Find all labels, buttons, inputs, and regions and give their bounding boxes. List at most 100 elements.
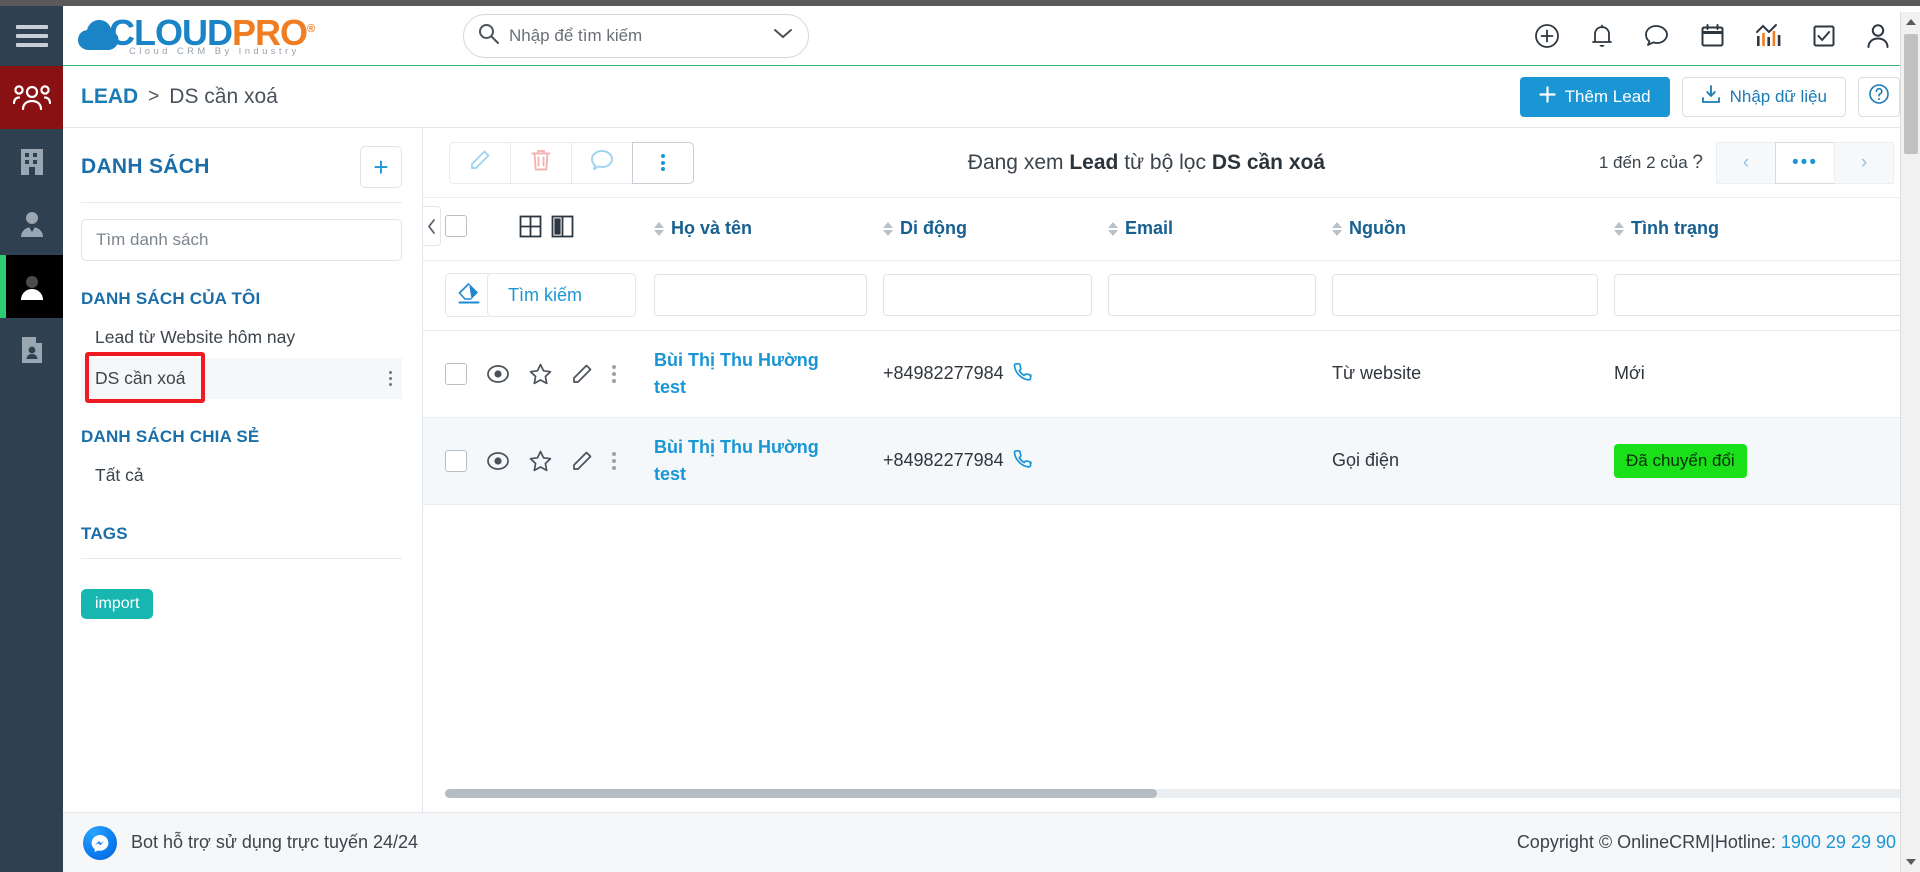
cloud-logo-icon [77,16,125,56]
column-view-icon[interactable] [551,215,574,243]
edit-pencil-icon[interactable] [571,450,593,472]
pencil-icon [468,148,492,177]
rail-item-contact[interactable] [0,192,63,255]
filter-input-name[interactable] [654,274,867,316]
my-lists-heading: DANH SÁCH CỦA TÔI [81,289,261,308]
view-title-filter: DS cần xoá [1211,150,1326,174]
phone-call-icon[interactable] [1013,362,1032,386]
shared-lists-heading: DANH SÁCH CHIA SẺ [81,427,260,446]
row-checkbox[interactable] [445,362,467,385]
scroll-down-arrow[interactable] [1901,852,1920,872]
global-search[interactable] [463,13,809,58]
column-header-name[interactable]: Họ và tên [654,198,883,261]
chat-icon[interactable] [1644,24,1670,48]
app-logo[interactable]: CLOUDPRO® Cloud CRM By Industry [63,14,363,57]
row-checkbox[interactable] [445,449,467,472]
tag-import[interactable]: import [81,589,154,619]
add-list-button[interactable]: + [360,146,402,188]
column-label: Nguồn [1349,218,1406,239]
list-search-input[interactable] [81,219,402,261]
comment-button[interactable] [571,141,633,184]
select-all-checkbox[interactable] [445,215,467,238]
edit-button[interactable] [449,141,511,184]
table-row[interactable]: Bùi Thị Thu Hường test +84982277984 [423,330,1920,418]
sort-icon[interactable] [1614,221,1624,236]
sort-icon[interactable] [883,221,893,236]
pagination-next-button[interactable]: › [1834,141,1894,184]
document-person-icon [20,336,44,364]
filter-cell-name [654,260,883,331]
crm-application: CLOUDPRO® Cloud CRM By Industry Nhập để … [0,0,1920,872]
help-button[interactable] [1858,76,1900,117]
filter-input-mobile[interactable] [883,274,1092,316]
search-input[interactable] [499,25,772,46]
sort-icon[interactable] [1332,221,1342,236]
breadcrumb-root[interactable]: LEAD [81,85,138,109]
column-header-mobile[interactable]: Di động [883,198,1108,261]
sort-icon[interactable] [654,221,664,236]
scrollbar-thumb[interactable] [445,789,1157,798]
list-item-lead-website-today[interactable]: Lead từ Website hôm nay [81,317,402,358]
add-circle-icon[interactable] [1534,23,1560,49]
more-actions-button[interactable] [632,141,694,184]
breadcrumb: LEAD > DS cần xoá [81,85,278,109]
rail-item-lead[interactable] [0,66,63,129]
mobile-number: +84982277984 [883,363,1004,383]
user-icon[interactable] [1866,23,1890,49]
row-actions-cell [423,330,654,418]
table-row[interactable]: Bùi Thị Thu Hường test +84982277984 [423,417,1920,505]
filter-search-cell: Tìm kiếm [477,260,654,331]
view-eye-icon[interactable] [486,451,510,471]
pagination-prev-button[interactable]: ‹ [1716,141,1776,184]
filter-input-status[interactable] [1614,274,1904,316]
favorite-star-icon[interactable] [529,450,552,472]
list-sidebar: DANH SÁCH + DANH SÁCH CỦA TÔI Lead từ We… [63,128,423,812]
list-item-menu-icon[interactable] [389,368,392,389]
filter-input-email[interactable] [1108,274,1316,316]
list-item-ds-can-xoa[interactable]: DS cần xoá [81,352,402,403]
menu-burger-icon[interactable] [0,6,63,66]
table-toolbar: Đang xem Lead từ bộ lọc DS cần xoá 1 đến… [423,128,1920,198]
support-bot[interactable]: Bot hỗ trợ sử dụng trực tuyến 24/24 [83,825,418,860]
rail-item-customer[interactable] [0,255,63,318]
lead-name-link[interactable]: Bùi Thị Thu Hường test [654,350,819,396]
filter-cell-email [1108,260,1332,331]
search-filter-button[interactable]: Tìm kiếm [487,273,636,317]
column-header-source[interactable]: Nguồn [1332,198,1614,261]
row-menu-icon[interactable] [612,451,616,470]
plus-icon [1539,85,1556,108]
lead-name-link[interactable]: Bùi Thị Thu Hường test [654,437,819,483]
scrollbar-thumb[interactable] [1903,34,1918,154]
scroll-up-arrow[interactable] [1901,12,1920,32]
column-header-email[interactable]: Email [1108,198,1332,261]
phone-call-icon[interactable] [1013,449,1032,473]
filter-input-source[interactable] [1332,274,1598,316]
hotline-number[interactable]: 1900 29 29 90 [1781,832,1896,852]
task-check-icon[interactable] [1812,24,1836,48]
chart-icon[interactable] [1755,23,1782,48]
horizontal-scrollbar[interactable] [445,789,1920,798]
question-circle-icon [1868,83,1890,110]
row-menu-icon[interactable] [612,364,616,383]
collapse-sidebar-handle[interactable] [423,206,441,246]
calendar-icon[interactable] [1700,23,1725,48]
app-footer: Bot hỗ trợ sử dụng trực tuyến 24/24 Copy… [63,812,1920,872]
list-item-tat-ca[interactable]: Tất cả [81,455,402,496]
sort-icon[interactable] [1108,221,1118,236]
rail-item-company[interactable] [0,129,63,192]
column-header-status[interactable]: Tình trạng [1614,198,1920,261]
favorite-star-icon[interactable] [529,363,552,385]
edit-pencil-icon[interactable] [571,363,593,385]
bell-icon[interactable] [1590,23,1614,49]
delete-button[interactable] [510,141,572,184]
pagination-more-button[interactable]: ••• [1775,141,1835,184]
rail-item-profile-doc[interactable] [0,318,63,381]
chevron-down-icon[interactable] [772,26,794,45]
filter-cell-status [1614,260,1920,331]
view-eye-icon[interactable] [486,364,510,384]
import-data-button[interactable]: Nhập dữ liệu [1681,76,1846,117]
breadcrumb-bar: LEAD > DS cần xoá Thêm Lead Nhập dữ liệu [63,66,1920,128]
grid-view-icon[interactable] [519,215,542,243]
browser-vertical-scrollbar[interactable] [1900,12,1920,872]
add-lead-button[interactable]: Thêm Lead [1519,76,1670,117]
